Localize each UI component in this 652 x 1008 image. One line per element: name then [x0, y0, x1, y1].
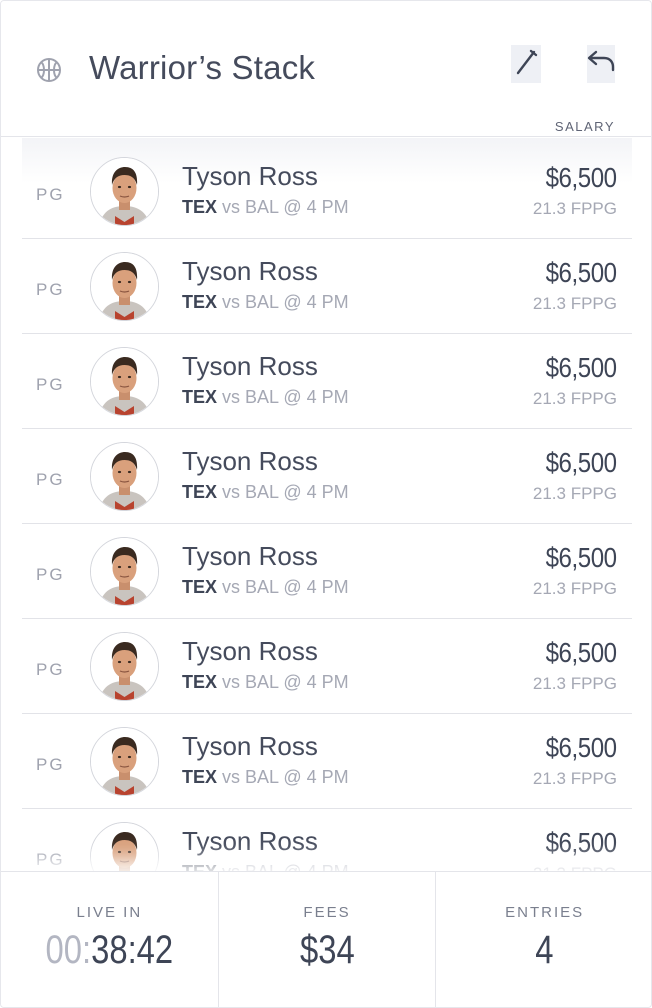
matchup-text: vs BAL @ 4 PM [217, 387, 349, 407]
countdown-hours: 00: [45, 928, 92, 972]
salary-column-header: SALARY [554, 119, 615, 134]
entries-value: 4 [535, 928, 554, 972]
player-name: Tyson Ross [182, 731, 318, 761]
lineup-screen: Warrior’s Stack SALARY PG Tyson Ross TEX v… [0, 0, 652, 1008]
pencil-icon [513, 47, 539, 82]
contest-footer: LIVE IN 00:38:42 FEES $34 ENTRIES 4 [1, 871, 651, 1007]
player-matchup: TEX vs BAL @ 4 PM [182, 767, 349, 788]
player-team: TEX [182, 292, 218, 312]
fees-section: FEES $34 [219, 872, 437, 1007]
player-name: Tyson Ross [182, 541, 318, 571]
player-matchup: TEX vs BAL @ 4 PM [182, 387, 349, 408]
player-salary: $6,500 [545, 827, 617, 858]
player-salary: $6,500 [545, 447, 617, 478]
player-salary: $6,500 [545, 257, 617, 288]
player-position: PG [36, 755, 65, 774]
player-row[interactable]: PG Tyson Ross TEX vs BAL @ 4 PM $6,500 21.3 … [22, 334, 632, 429]
player-name: Tyson Ross [182, 446, 318, 476]
player-name: Tyson Ross [182, 826, 318, 856]
entries-section: ENTRIES 4 [436, 872, 651, 1007]
entries-label: ENTRIES [505, 904, 585, 921]
matchup-text: vs BAL @ 4 PM [217, 482, 349, 502]
player-avatar [90, 252, 159, 321]
player-list: PG Tyson Ross TEX vs BAL @ 4 PM $6,500 21.3 … [22, 138, 632, 904]
player-salary: $6,500 [545, 162, 617, 193]
matchup-text: vs BAL @ 4 PM [217, 767, 349, 787]
player-position: PG [36, 375, 65, 394]
player-name: Tyson Ross [182, 256, 318, 286]
player-fppg: 21.3 FPPG [532, 579, 617, 598]
player-fppg: 21.3 FPPG [532, 199, 617, 218]
player-row[interactable]: PG Tyson Ross TEX vs BAL @ 4 PM $6,500 21.3 … [22, 429, 632, 524]
player-fppg: 21.3 FPPG [532, 294, 617, 313]
player-avatar [90, 632, 159, 701]
player-avatar [90, 537, 159, 606]
player-matchup: TEX vs BAL @ 4 PM [182, 482, 349, 503]
player-name: Tyson Ross [182, 351, 318, 381]
player-avatar [90, 727, 159, 796]
player-fppg: 21.3 FPPG [532, 484, 617, 503]
live-in-countdown: 00:38:42 [21, 928, 199, 973]
player-salary: $6,500 [545, 637, 617, 668]
live-in-label: LIVE IN [76, 904, 143, 921]
player-position: PG [36, 850, 65, 869]
undo-arrow-icon [585, 47, 617, 82]
player-avatar [90, 347, 159, 416]
player-avatar [90, 157, 159, 226]
player-team: TEX [182, 482, 218, 502]
basketball-icon [36, 57, 62, 83]
player-row[interactable]: PG Tyson Ross TEX vs BAL @ 4 PM $6,500 21.3 … [22, 619, 632, 714]
matchup-text: vs BAL @ 4 PM [217, 292, 349, 312]
player-row[interactable]: PG Tyson Ross TEX vs BAL @ 4 PM $6,500 21.3 … [22, 138, 632, 239]
player-fppg: 21.3 FPPG [532, 769, 617, 788]
player-team: TEX [182, 197, 218, 217]
player-position: PG [36, 660, 65, 679]
undo-button[interactable] [587, 45, 615, 83]
player-row[interactable]: PG Tyson Ross TEX vs BAL @ 4 PM $6,500 21.3 … [22, 714, 632, 809]
player-position: PG [36, 565, 65, 584]
player-position: PG [36, 470, 65, 489]
player-avatar [90, 442, 159, 511]
player-matchup: TEX vs BAL @ 4 PM [182, 577, 349, 598]
matchup-text: vs BAL @ 4 PM [217, 672, 349, 692]
edit-button[interactable] [511, 45, 541, 83]
player-name: Tyson Ross [182, 636, 318, 666]
player-position: PG [36, 280, 65, 299]
player-matchup: TEX vs BAL @ 4 PM [182, 292, 349, 313]
player-row[interactable]: PG Tyson Ross TEX vs BAL @ 4 PM $6,500 21.3 … [22, 239, 632, 334]
fees-label: FEES [303, 904, 351, 921]
live-in-section: LIVE IN 00:38:42 [1, 872, 219, 1007]
player-fppg: 21.3 FPPG [532, 674, 617, 693]
player-salary: $6,500 [545, 732, 617, 763]
matchup-text: vs BAL @ 4 PM [217, 577, 349, 597]
fees-value: $34 [299, 928, 355, 972]
player-team: TEX [182, 577, 218, 597]
player-team: TEX [182, 387, 218, 407]
player-team: TEX [182, 672, 218, 692]
page-title: Warrior’s Stack [89, 49, 316, 86]
player-row[interactable]: PG Tyson Ross TEX vs BAL @ 4 PM $6,500 21.3 … [22, 524, 632, 619]
player-matchup: TEX vs BAL @ 4 PM [182, 672, 349, 693]
player-fppg: 21.3 FPPG [532, 389, 617, 408]
header-bar: Warrior’s Stack SALARY [1, 1, 651, 137]
matchup-text: vs BAL @ 4 PM [217, 197, 349, 217]
player-position: PG [36, 185, 65, 204]
player-salary: $6,500 [545, 542, 617, 573]
player-salary: $6,500 [545, 352, 617, 383]
player-team: TEX [182, 767, 218, 787]
player-name: Tyson Ross [182, 161, 318, 191]
player-matchup: TEX vs BAL @ 4 PM [182, 197, 349, 218]
countdown-minutes-seconds: 38:42 [91, 928, 174, 972]
